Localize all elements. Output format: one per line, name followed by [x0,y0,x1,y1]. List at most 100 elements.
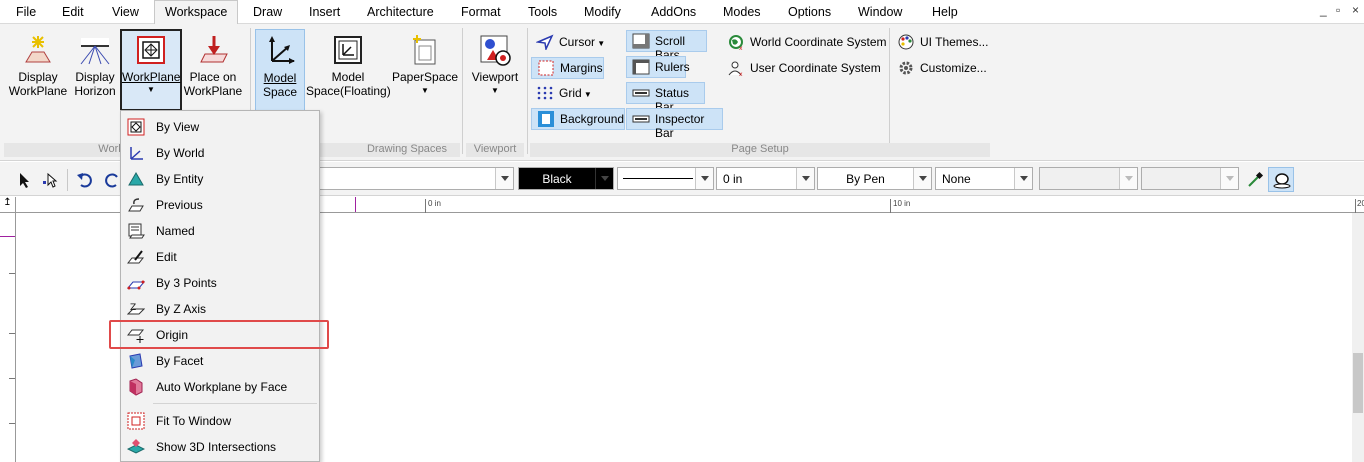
menu-insert[interactable]: Insert [309,5,340,19]
fill-select[interactable]: None [935,167,1033,190]
paint-bucket-icon [1273,173,1291,189]
model-space-button[interactable]: Model Space [255,29,305,114]
workplane-edit-icon [126,248,145,266]
workplane-icon [135,34,167,66]
place-on-workplane-button[interactable]: Place on WorkPlane [183,34,243,114]
scrollbar-thumb[interactable] [1353,353,1363,413]
menu-item-label: Auto Workplane by Face [156,380,288,394]
menu-item-label: By World [156,146,205,160]
group-label-page-setup: Page Setup [530,143,990,157]
menu-item-by-world[interactable]: By World [121,140,319,166]
menu-tools[interactable]: Tools [528,5,557,19]
chevron-down-icon[interactable] [495,168,513,189]
model-space-floating-button[interactable]: Model Space(Floating) [306,34,391,114]
world-coordinate-system-button[interactable]: x World Coordinate System [722,32,891,54]
reshape-arrow-icon[interactable] [42,171,60,189]
customize-button[interactable]: Customize... [892,58,991,80]
menu-item-edit[interactable]: Edit [121,244,319,270]
chevron-down-icon[interactable] [796,168,814,189]
menu-architecture[interactable]: Architecture [367,5,434,19]
show-3d-intersections-icon [126,438,146,456]
line-width-select[interactable]: 0 in [716,167,815,190]
paperspace-button[interactable]: PaperSpace ▼ [392,34,458,114]
menu-view[interactable]: View [112,5,139,19]
cursor-icon [535,34,554,52]
undo-icon[interactable] [76,171,94,189]
menu-item-by-facet[interactable]: By Facet [121,348,319,374]
menu-modes[interactable]: Modes [723,5,761,19]
auto-workplane-icon [127,378,145,396]
menu-workspace[interactable]: Workspace [154,0,239,25]
ruler-tick [425,199,426,213]
menu-file[interactable]: File [16,5,36,19]
menu-item-auto-workplane[interactable]: Auto Workplane by Face [121,374,319,400]
restore-button[interactable]: ▫ [1336,3,1340,17]
menu-addons[interactable]: AddOns [651,5,696,19]
ui-themes-button[interactable]: UI Themes... [892,32,992,54]
color-select[interactable]: Black [518,167,614,190]
menu-item-by-z-axis[interactable]: Z By Z Axis [121,296,319,322]
workplane-by-facet-icon [127,352,145,370]
chevron-down-icon[interactable] [595,168,613,189]
menu-item-fit-to-window[interactable]: Fit To Window [121,408,319,434]
user-coordinate-system-button[interactable]: x User Coordinate System [722,58,885,80]
ruler-left[interactable] [0,213,16,462]
rulers-button[interactable]: Rulers [626,56,690,78]
group-label-viewport: Viewport [466,143,524,157]
workplane-by-world-icon [127,144,145,162]
menu-item-previous[interactable]: Previous [121,192,319,218]
place-on-workplane-label-1: Place on [189,70,237,84]
menu-item-by-entity[interactable]: By Entity [121,166,319,192]
model-space-floating-label-2: Space(Floating) [306,84,391,98]
chevron-down-icon[interactable] [1014,168,1032,189]
menu-item-named[interactable]: Named [121,218,319,244]
font-select[interactable] [1039,167,1138,190]
minimize-button[interactable]: _ [1320,3,1327,17]
menu-edit[interactable]: Edit [62,5,84,19]
chevron-down-icon[interactable] [695,168,713,189]
menu-item-label: By Entity [156,172,204,186]
workplane-button[interactable]: WorkPlane ▼ [120,29,182,111]
background-button[interactable]: Background [531,108,625,130]
pen-value: By Pen [846,172,885,186]
layer-select[interactable] [318,167,514,190]
menu-window[interactable]: Window [858,5,902,19]
inspector-bar-button[interactable]: Inspector Bar [626,108,723,140]
chevron-down-icon [1220,168,1238,189]
chevron-down-icon: ▼ [581,90,592,99]
cursor-button[interactable]: Cursor ▼ [531,32,609,54]
font-size-select[interactable] [1141,167,1239,190]
menu-format[interactable]: Format [461,5,501,19]
menu-item-label: By 3 Points [156,276,217,290]
menu-draw[interactable]: Draw [253,5,282,19]
ruler-origin-icon[interactable]: ↥ [0,197,16,213]
display-horizon-button[interactable]: Display Horizon [70,34,120,114]
ribbon-separator [889,28,890,154]
grid-button[interactable]: Grid ▼ [531,83,596,105]
scroll-bars-button[interactable]: Scroll Bars [626,30,707,62]
vertical-scrollbar[interactable] [1352,213,1364,462]
attribute-paint-button[interactable] [1268,167,1294,192]
menu-help[interactable]: Help [932,5,958,19]
menu-item-label: Show 3D Intersections [156,440,277,454]
eyedropper-icon[interactable] [1246,171,1264,189]
select-arrow-icon[interactable] [16,171,34,189]
ui-themes-icon [897,34,915,50]
menu-options[interactable]: Options [788,5,831,19]
user-coordinate-system-label: User Coordinate System [750,61,881,75]
menu-modify[interactable]: Modify [584,5,621,19]
status-bar-button[interactable]: Status Bar [626,82,705,114]
close-button[interactable]: × [1352,3,1359,17]
menu-item-show-3d-intersections[interactable]: Show 3D Intersections [121,434,319,460]
chevron-down-icon[interactable] [913,168,931,189]
display-workplane-button[interactable]: Display WorkPlane [6,34,70,114]
margins-button[interactable]: Margins [531,57,604,79]
ruler-marker [355,197,356,212]
menu-item-by-view[interactable]: By View [121,114,319,140]
display-horizon-icon [79,34,111,66]
viewport-button[interactable]: Viewport ▼ [466,34,524,114]
line-style-select[interactable] [617,167,714,190]
redo-icon[interactable] [103,171,121,189]
pen-select[interactable]: By Pen [817,167,932,190]
menu-item-by-3-points[interactable]: By 3 Points [121,270,319,296]
